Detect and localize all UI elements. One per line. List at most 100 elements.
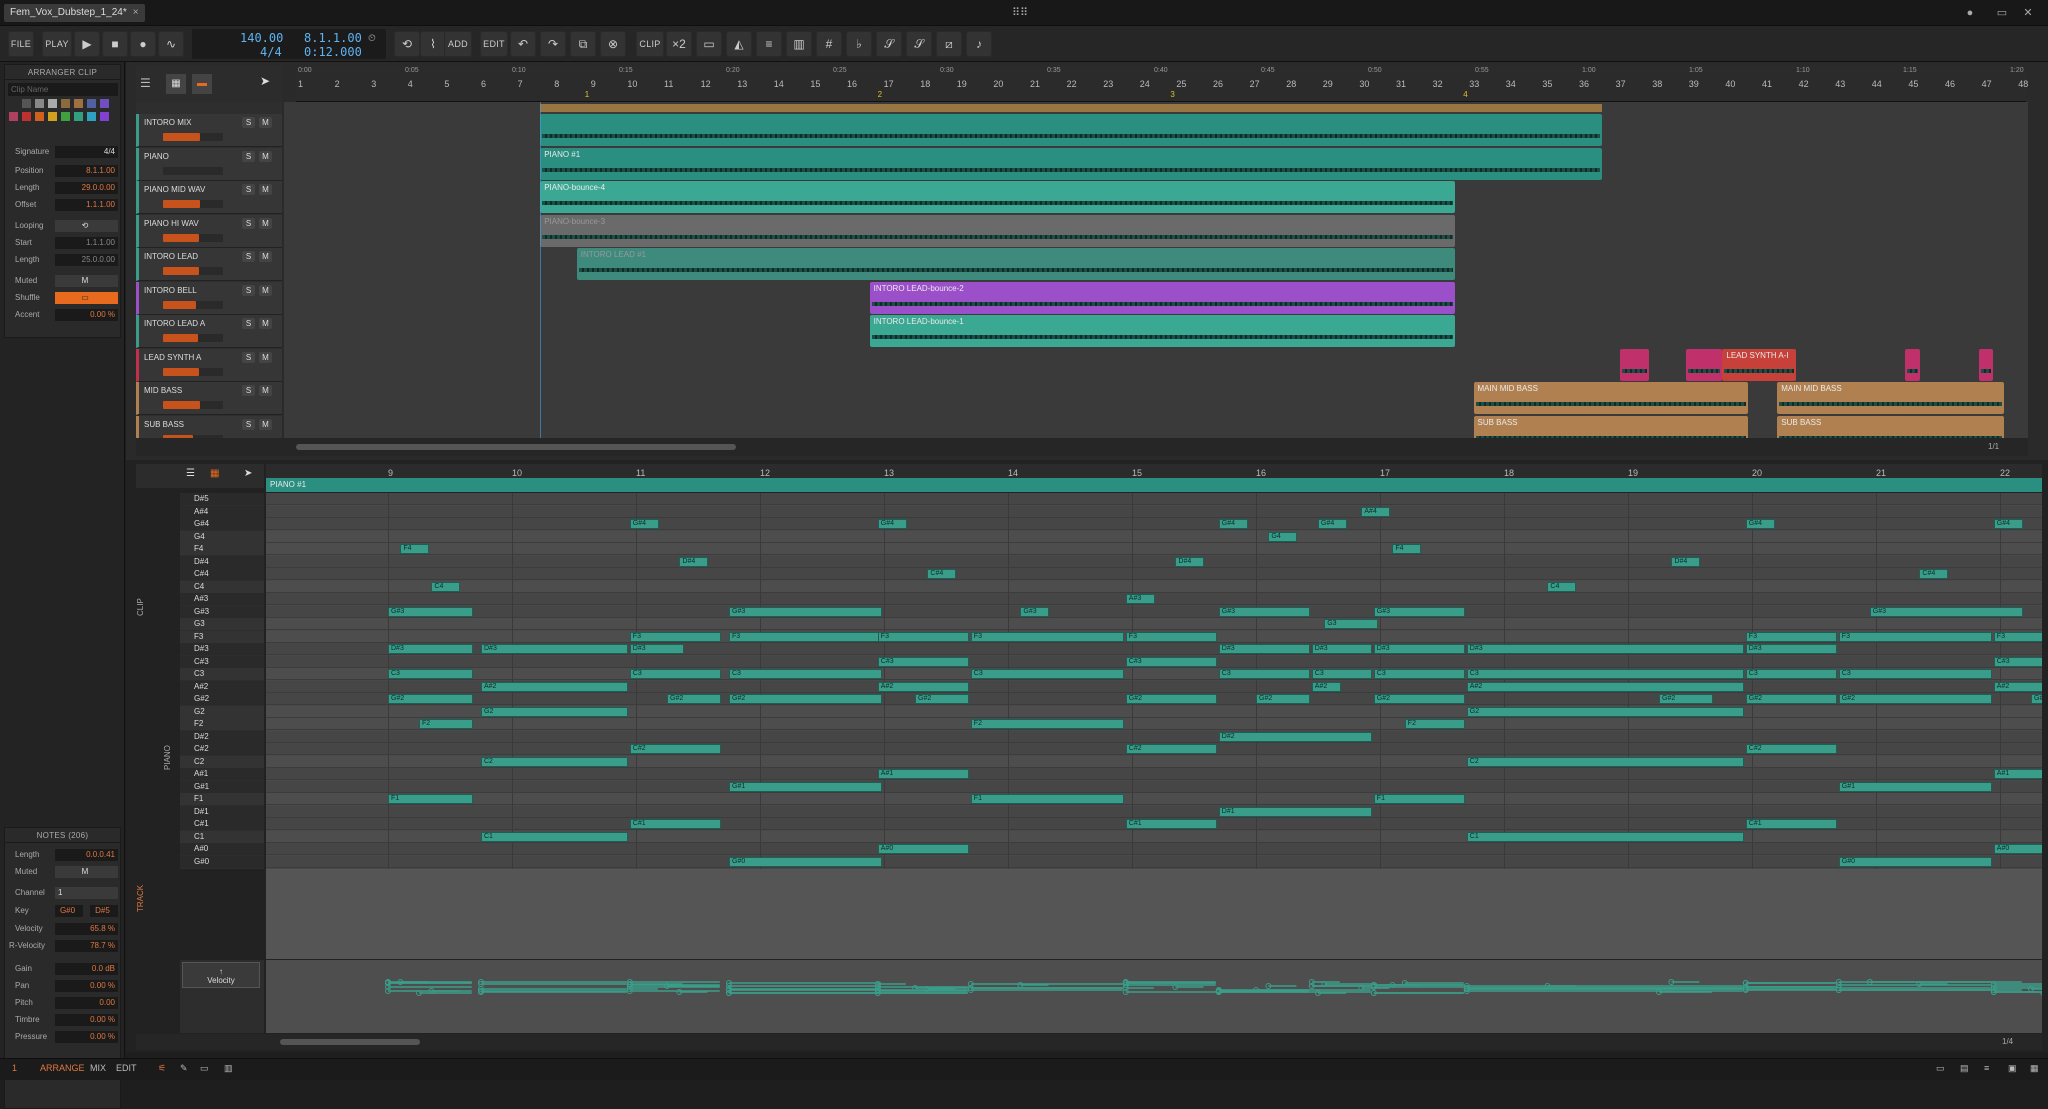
midi-note[interactable]: D#4: [1175, 556, 1205, 567]
piano-key[interactable]: G3: [180, 618, 264, 630]
loop-icon[interactable]: ⟲: [394, 31, 420, 57]
midi-note[interactable]: A#2: [877, 681, 969, 692]
edit-button[interactable]: EDIT: [480, 31, 508, 57]
piano-key[interactable]: C#4: [180, 568, 264, 580]
timbre-value[interactable]: 0.00 %: [55, 1014, 118, 1026]
note-list-icon[interactable]: ☰: [186, 468, 195, 479]
quantize-start-icon[interactable]: 𝒮: [876, 31, 902, 57]
solo-button[interactable]: S: [242, 351, 255, 363]
midi-note[interactable]: G#2: [1838, 694, 1992, 704]
midi-note[interactable]: D#4: [1671, 556, 1701, 567]
midi-note[interactable]: F2: [1404, 719, 1465, 729]
metronome-icon[interactable]: ⏲: [368, 33, 376, 44]
mute-button[interactable]: M: [259, 150, 272, 162]
midi-note[interactable]: F4: [1392, 544, 1422, 554]
midi-note[interactable]: C3: [1373, 669, 1465, 679]
redo-icon[interactable]: ↷: [540, 31, 566, 57]
grid-menu-icon[interactable]: ⠿⠿: [1012, 6, 1028, 19]
solo-button[interactable]: S: [242, 184, 255, 195]
clip-piano-bounce-4[interactable]: PIANO-bounce-4: [540, 181, 1456, 213]
play-menu-button[interactable]: PLAY: [42, 31, 72, 57]
mute-button[interactable]: M: [259, 284, 272, 296]
midi-note[interactable]: G#2: [1659, 694, 1713, 704]
piano-key[interactable]: G#1: [180, 780, 264, 793]
arranger-scrollbar[interactable]: [296, 444, 736, 450]
midi-note[interactable]: C4: [431, 581, 461, 592]
midi-note[interactable]: G#4: [1218, 519, 1248, 529]
clip-main-mid-bass[interactable]: MAIN MID BASS: [1473, 382, 1748, 414]
close-tab-icon[interactable]: ×: [133, 7, 139, 18]
note-mode-icon[interactable]: ▦: [210, 468, 219, 479]
piano-key[interactable]: C1: [180, 830, 264, 843]
midi-note[interactable]: G#1: [729, 781, 882, 792]
midi-note[interactable]: G#2: [729, 694, 882, 704]
panel-toggle-icon-2[interactable]: ▤: [1960, 1063, 1969, 1074]
mixer-icon[interactable]: ▥: [224, 1063, 233, 1074]
panel-toggle-icon-3[interactable]: ≡: [1984, 1063, 1989, 1073]
piano-key[interactable]: G#0: [180, 855, 264, 868]
color-swatch[interactable]: [48, 99, 57, 108]
panel-toggle-icon-4[interactable]: ▣: [2008, 1063, 2017, 1074]
meter-display[interactable]: 4/4: [260, 45, 282, 59]
offset-value[interactable]: 1.1.1.00: [55, 199, 118, 211]
midi-note[interactable]: C#3: [1125, 656, 1217, 667]
project-tab[interactable]: Fem_Vox_Dubstep_1_24* ×: [4, 4, 145, 22]
chord-icon[interactable]: ♪: [966, 31, 992, 57]
pencil-icon[interactable]: ✎: [180, 1063, 188, 1074]
midi-note[interactable]: A#2: [1311, 681, 1341, 692]
color-swatch[interactable]: [87, 112, 96, 121]
midi-note[interactable]: G#4: [629, 519, 659, 529]
midi-note[interactable]: G2: [1466, 706, 1744, 717]
midi-note[interactable]: D#4: [679, 556, 709, 567]
midi-note[interactable]: G#2: [2031, 694, 2042, 704]
velocity-value[interactable]: 65.8 %: [55, 923, 118, 935]
midi-note[interactable]: A#0: [1993, 844, 2042, 854]
midi-note[interactable]: D#3: [481, 644, 628, 654]
tempo-display[interactable]: 140.00: [240, 31, 283, 45]
midi-note[interactable]: A#2: [1993, 681, 2042, 692]
solo-button[interactable]: S: [242, 150, 255, 162]
scale-icon[interactable]: ⧄: [936, 31, 962, 57]
solo-button[interactable]: S: [242, 117, 255, 128]
midi-note[interactable]: G#3: [1373, 606, 1465, 617]
midi-note[interactable]: C1: [481, 831, 628, 842]
quantize-icon[interactable]: #: [816, 31, 842, 57]
piano-key[interactable]: D#4: [180, 555, 264, 568]
midi-note[interactable]: D#3: [629, 644, 684, 654]
position-bars-display[interactable]: 8.1.1.00: [304, 31, 362, 45]
midi-note[interactable]: D#3: [1466, 644, 1744, 654]
midi-note[interactable]: C#2: [1125, 744, 1217, 754]
track-header[interactable]: INTORO LEAD A SM: [136, 315, 282, 348]
clip-piano-1[interactable]: PIANO #1: [540, 147, 1602, 180]
midi-note[interactable]: F1: [1373, 794, 1465, 804]
double-icon[interactable]: ×2: [666, 31, 692, 57]
piano-key[interactable]: A#2: [180, 680, 264, 693]
midi-note[interactable]: C3: [970, 669, 1124, 679]
piano-key[interactable]: D#1: [180, 805, 264, 818]
mute-button[interactable]: M: [259, 418, 272, 430]
solo-button[interactable]: S: [242, 318, 255, 329]
color-swatch[interactable]: [61, 112, 70, 121]
piano-key[interactable]: D#3: [180, 643, 264, 655]
pointer-tool-icon[interactable]: ➤: [260, 74, 270, 88]
track-menu-icon[interactable]: ☰: [140, 76, 151, 90]
midi-note[interactable]: C#3: [877, 656, 969, 667]
track-header[interactable]: LEAD SYNTH A SM: [136, 348, 282, 382]
color-swatch[interactable]: [61, 99, 70, 108]
solo-button[interactable]: S: [242, 284, 255, 296]
note-mute-button[interactable]: M: [55, 866, 118, 878]
midi-note[interactable]: G#3: [729, 606, 882, 617]
midi-note[interactable]: F3: [1993, 631, 2042, 642]
clip-intoro-lead-bounce-1[interactable]: INTORO LEAD-bounce-1: [869, 315, 1456, 347]
color-swatch[interactable]: [22, 99, 31, 108]
track-header[interactable]: PIANO HI WAV S M: [136, 214, 282, 248]
mute-button[interactable]: M: [259, 318, 272, 329]
list-view-icon[interactable]: ▬: [192, 74, 212, 94]
midi-note[interactable]: F3: [729, 631, 882, 642]
midi-note[interactable]: C#2: [629, 744, 721, 754]
clip-main-mid-bass-2[interactable]: MAIN MID BASS: [1777, 382, 2005, 414]
mute-button[interactable]: M: [259, 117, 272, 128]
midi-note[interactable]: G#3: [1020, 606, 1050, 617]
piano-key[interactable]: C3: [180, 668, 264, 680]
pressure-value[interactable]: 0.00 %: [55, 1031, 118, 1043]
